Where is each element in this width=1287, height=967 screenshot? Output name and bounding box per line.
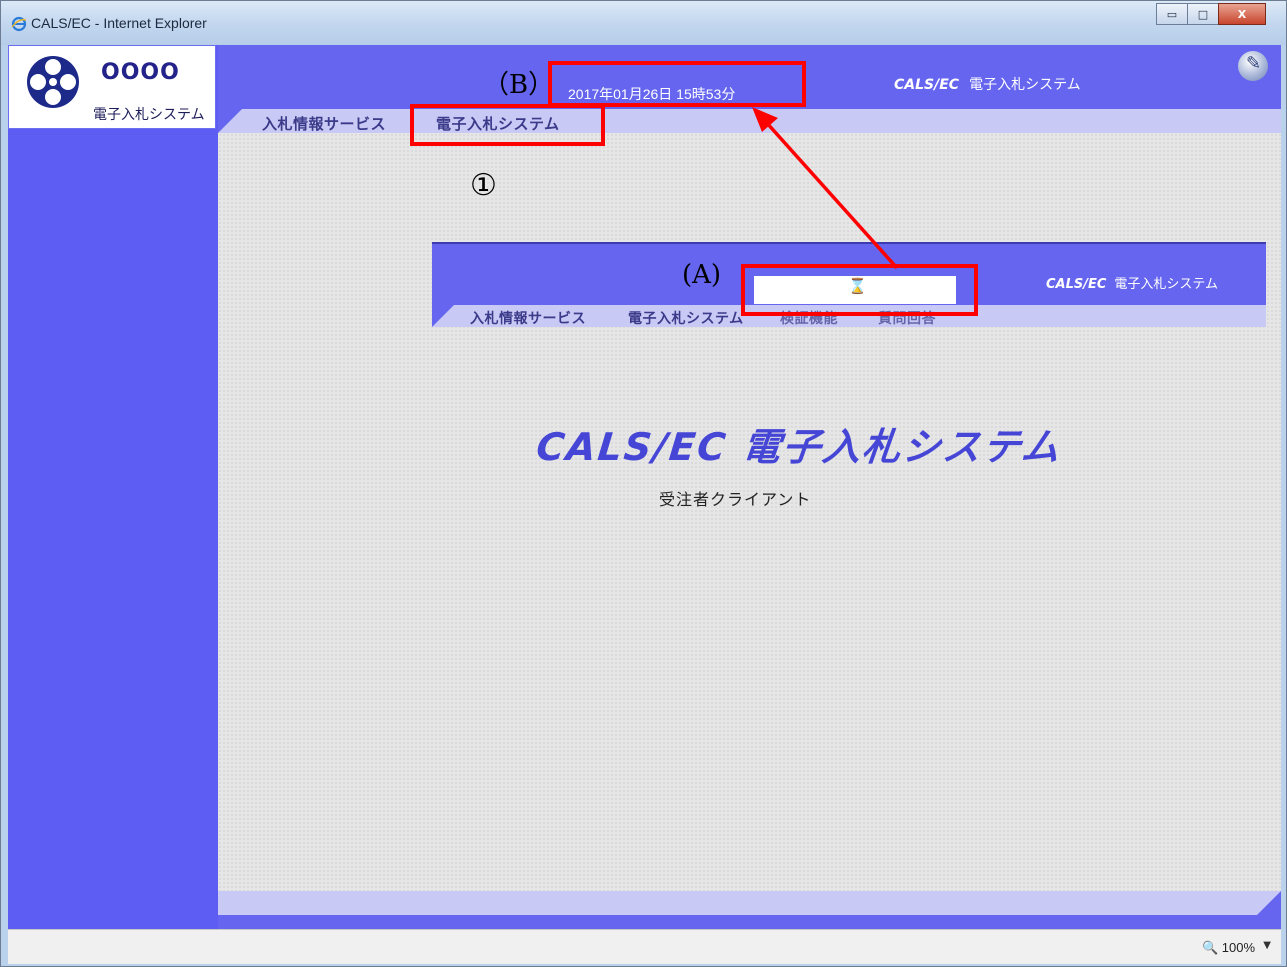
window-title: CALS/EC - Internet Explorer bbox=[31, 15, 207, 31]
nav-bid-info-service[interactable]: 入札情報サービス bbox=[262, 113, 386, 134]
minimize-button[interactable]: ▭ bbox=[1156, 3, 1188, 25]
inset-nav-bid-info-service: 入札情報サービス bbox=[470, 311, 586, 327]
logo-name: OOOO bbox=[101, 60, 180, 85]
inset-brand: CALS/EC 電子入札システム bbox=[1046, 273, 1218, 292]
browser-content: OOOO 電子入札システム 入札情報サービス 電子入札システム 2017年01月… bbox=[8, 45, 1281, 929]
header-brand: CALS/EC 電子入札システム bbox=[894, 74, 1081, 94]
main-subtitle: 受注者クライアント bbox=[659, 490, 812, 509]
logo-subtitle: 電子入札システム bbox=[93, 107, 205, 123]
status-bar: 🔍 100% ▼ bbox=[8, 929, 1281, 964]
annotation-box-nav bbox=[410, 104, 605, 146]
close-button[interactable]: X bbox=[1218, 3, 1266, 25]
main-title: CALS/EC 電子入札システム bbox=[534, 425, 1064, 469]
logo-mark-icon bbox=[27, 56, 79, 108]
annotation-label-1: ① bbox=[470, 168, 497, 203]
annotation-box-datetime bbox=[548, 61, 806, 107]
browser-window: CALS/EC - Internet Explorer ▭ □ X OOOO 電… bbox=[0, 0, 1287, 967]
footer-bar bbox=[218, 915, 1281, 929]
nav-corner bbox=[218, 109, 242, 133]
header-brand-latin: CALS/EC bbox=[894, 77, 960, 93]
annotation-label-b: （B） bbox=[483, 70, 555, 100]
window-controls: ▭ □ X bbox=[1156, 3, 1266, 25]
inset-nav-e-bidding-system: 電子入札システム bbox=[628, 311, 744, 327]
inset-brand-jp: 電子入札システム bbox=[1114, 277, 1219, 292]
inset-brand-latin: CALS/EC bbox=[1046, 277, 1107, 292]
footer-corner bbox=[1257, 891, 1281, 915]
internet-explorer-icon bbox=[11, 16, 27, 32]
footer-strip bbox=[218, 891, 1281, 915]
zoom-value: 100% bbox=[1221, 940, 1255, 955]
left-frame: OOOO 電子入札システム bbox=[8, 45, 218, 929]
annotation-label-a: (A) bbox=[682, 260, 722, 290]
chevron-down-icon[interactable]: ▼ bbox=[1263, 940, 1271, 951]
tools-icon[interactable]: ✎ bbox=[1238, 51, 1268, 81]
logo-box: OOOO 電子入札システム bbox=[8, 45, 216, 129]
inset-nav-corner bbox=[432, 305, 454, 327]
maximize-button[interactable]: □ bbox=[1187, 3, 1219, 25]
zoom-level[interactable]: 🔍 100% bbox=[1202, 940, 1255, 956]
annotation-box-inset bbox=[741, 264, 978, 316]
title-bar: CALS/EC - Internet Explorer ▭ □ X bbox=[1, 1, 1286, 45]
header-brand-jp: 電子入札システム bbox=[969, 77, 1081, 93]
